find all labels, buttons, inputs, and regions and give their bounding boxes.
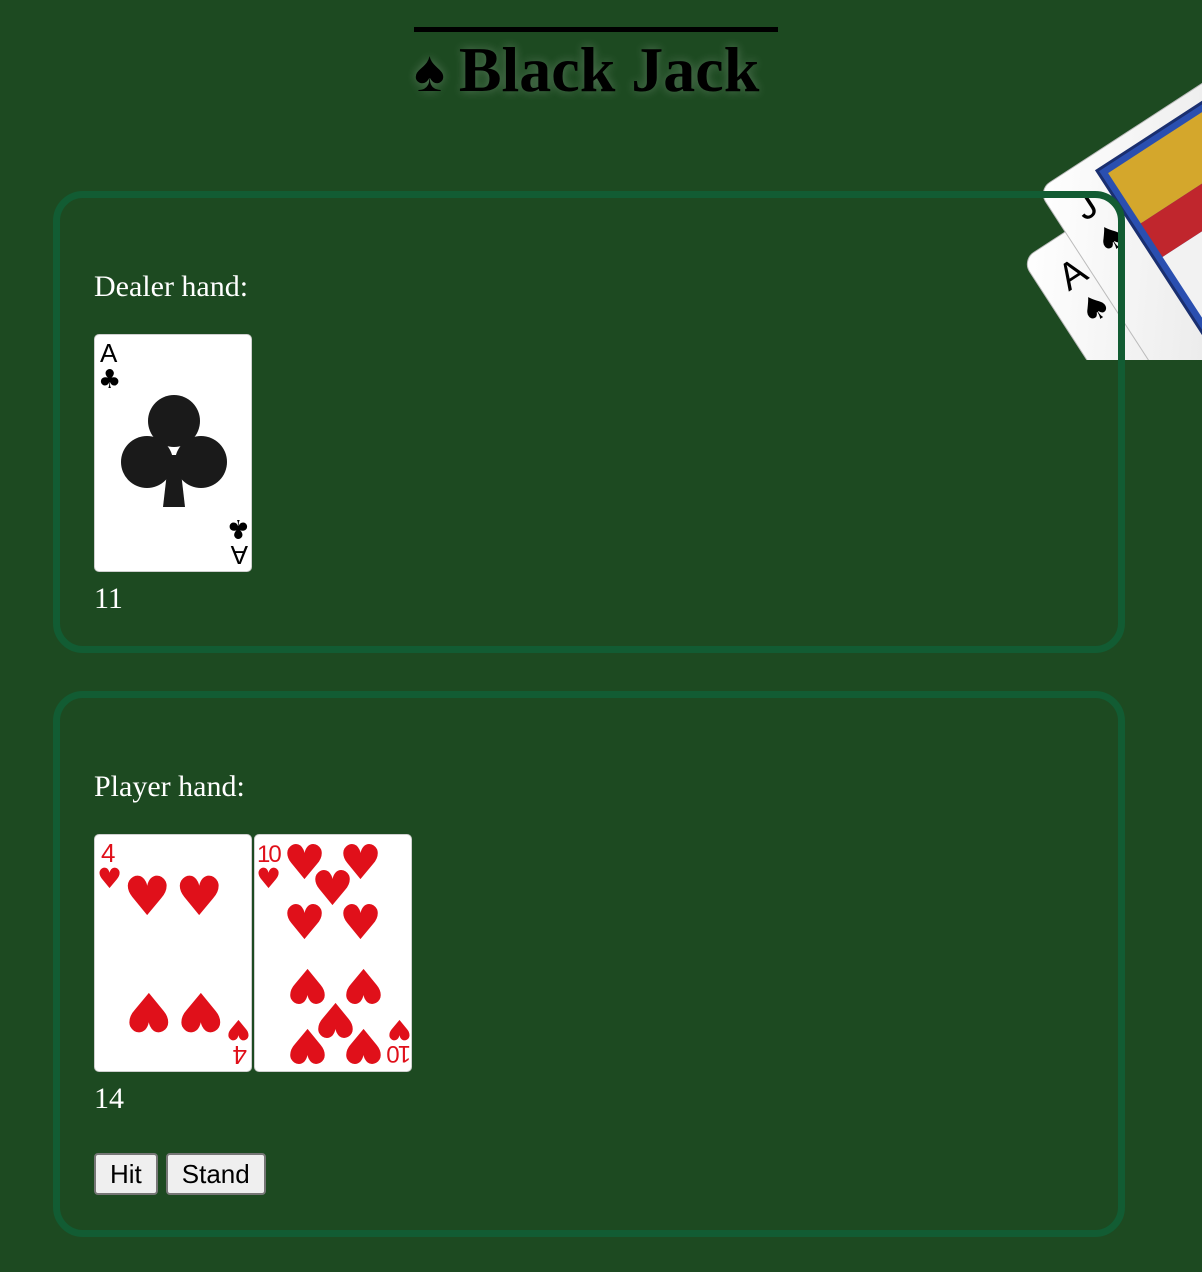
heart-pips: ♥ ♥ ♥ ♥ — [123, 865, 225, 1043]
svg-text:♥: ♥ — [226, 1013, 251, 1046]
action-buttons: Hit Stand — [94, 1153, 266, 1195]
club-icon — [121, 395, 227, 507]
svg-text:♥: ♥ — [177, 980, 225, 1043]
svg-text:♥: ♥ — [175, 865, 223, 928]
spade-icon: ♠ — [414, 39, 445, 104]
svg-text:♥: ♥ — [286, 957, 329, 1013]
svg-text:♥: ♥ — [256, 862, 281, 895]
playing-card-four-of-hearts: 4 ♥ 4 ♥ ♥ ♥ ♥ ♥ — [94, 834, 252, 1072]
svg-text:♥: ♥ — [283, 895, 326, 951]
page-title-text: Black Jack — [458, 34, 760, 105]
dealer-cards: A ♣ A ♣ — [94, 334, 252, 572]
svg-text:♥: ♥ — [342, 957, 385, 1013]
player-score: 14 — [94, 1082, 124, 1115]
stand-button[interactable]: Stand — [165, 1153, 266, 1195]
player-cards: 4 ♥ 4 ♥ ♥ ♥ ♥ ♥ 10 ♥ 10 ♥ ♥ ♥ ♥ ♥ ♥ ♥ ♥ … — [94, 834, 412, 1072]
svg-text:A: A — [230, 540, 248, 570]
svg-text:♥: ♥ — [339, 895, 382, 951]
svg-text:♥: ♥ — [123, 865, 171, 928]
dealer-hand-label: Dealer hand: — [94, 270, 249, 303]
hit-button[interactable]: Hit — [94, 1153, 158, 1195]
svg-text:♥: ♥ — [97, 862, 122, 895]
dealer-score: 11 — [94, 582, 123, 615]
svg-text:♥: ♥ — [125, 980, 173, 1043]
page-title: ♠ Black Jack — [414, 27, 778, 104]
svg-text:♣: ♣ — [227, 513, 250, 543]
svg-text:♥: ♥ — [387, 1013, 412, 1046]
player-hand-label: Player hand: — [94, 770, 245, 803]
heart-pips: ♥ ♥ ♥ ♥ ♥ ♥ ♥ ♥ ♥ ♥ — [283, 835, 385, 1071]
playing-card-ten-of-hearts: 10 ♥ 10 ♥ ♥ ♥ ♥ ♥ ♥ ♥ ♥ ♥ ♥ ♥ — [254, 834, 412, 1072]
svg-text:A: A — [100, 338, 118, 368]
svg-text:♣: ♣ — [98, 365, 121, 395]
player-hand-panel: Player hand: 4 ♥ 4 ♥ ♥ ♥ ♥ ♥ 10 ♥ 10 ♥ ♥… — [53, 691, 1125, 1237]
playing-card-ace-of-clubs: A ♣ A ♣ — [94, 334, 252, 572]
dealer-hand-panel: Dealer hand: A ♣ A ♣ 11 — [53, 191, 1125, 653]
